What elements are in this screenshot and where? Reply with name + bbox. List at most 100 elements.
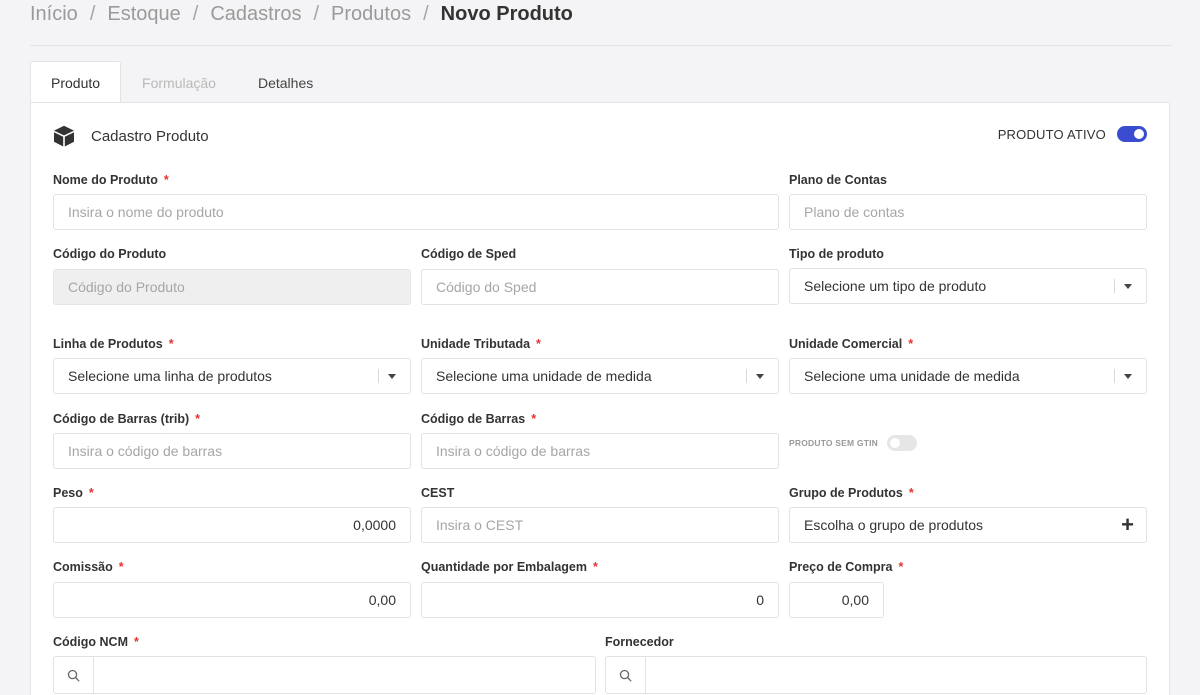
produto-ativo-label: PRODUTO ATIVO bbox=[997, 126, 1106, 142]
codigo-barras-placeholder: Insira o código de barras bbox=[436, 443, 591, 459]
tipo-produto-value: Selecione um tipo de produto bbox=[804, 278, 987, 294]
codigo-barras-label-text: Código de Barras bbox=[421, 412, 526, 426]
linha-produtos-select[interactable]: Selecione uma linha de produtos bbox=[53, 358, 411, 394]
nome-produto-input[interactable]: Insira o nome do produto bbox=[53, 194, 779, 230]
breadcrumb-item-cadastros[interactable]: Cadastros bbox=[210, 3, 301, 26]
chevron-down-icon bbox=[388, 373, 396, 379]
breadcrumb-separator: / bbox=[423, 2, 429, 25]
chevron-down-icon bbox=[756, 373, 764, 379]
codigo-barras-trib-input[interactable]: Insira o código de barras bbox=[53, 433, 411, 469]
codigo-barras-trib-label-text: Código de Barras (trib) bbox=[53, 412, 190, 426]
grupo-produtos-picker[interactable]: Escolha o grupo de produtos + bbox=[789, 507, 1147, 543]
preco-compra-label-text: Preço de Compra bbox=[789, 560, 893, 574]
breadcrumb-separator: / bbox=[192, 2, 199, 25]
select-separator bbox=[378, 369, 379, 383]
tipo-produto-select[interactable]: Selecione um tipo de produto bbox=[789, 268, 1147, 304]
comissao-input[interactable]: 0,00 bbox=[53, 582, 411, 618]
unidade-tributada-label: Unidade Tributada * bbox=[421, 337, 541, 351]
peso-label-text: Peso bbox=[53, 486, 83, 500]
header-divider bbox=[30, 45, 1172, 46]
unidade-comercial-label: Unidade Comercial * bbox=[789, 337, 913, 351]
cest-placeholder: Insira o CEST bbox=[436, 517, 524, 533]
linha-produtos-value: Selecione uma linha de produtos bbox=[68, 368, 272, 384]
plano-contas-label: Plano de Contas bbox=[789, 173, 887, 187]
tab-detalhes[interactable]: Detalhes bbox=[237, 61, 334, 103]
fornecedor-search-button[interactable] bbox=[606, 657, 646, 693]
breadcrumb-separator: / bbox=[89, 2, 96, 25]
codigo-ncm-label-text: Código NCM bbox=[53, 635, 128, 649]
produto-ativo-toggle-group: PRODUTO ATIVO bbox=[998, 126, 1147, 142]
required-mark: * bbox=[898, 560, 904, 574]
linha-produtos-label-text: Linha de Produtos bbox=[53, 337, 163, 351]
cest-label-text: CEST bbox=[421, 486, 455, 500]
codigo-barras-trib-placeholder: Insira o código de barras bbox=[68, 443, 223, 459]
fornecedor-label-text: Fornecedor bbox=[605, 635, 674, 649]
codigo-sped-label: Código de Sped bbox=[421, 247, 516, 261]
plano-contas-input[interactable]: Plano de contas bbox=[789, 194, 1147, 230]
qtd-embalagem-label-text: Quantidade por Embalagem bbox=[421, 560, 588, 574]
unidade-tributada-label-text: Unidade Tributada bbox=[421, 337, 531, 351]
preco-compra-label: Preço de Compra * bbox=[789, 560, 903, 574]
required-mark: * bbox=[163, 173, 169, 187]
nome-produto-label: Nome do Produto * bbox=[53, 173, 169, 187]
required-mark: * bbox=[118, 560, 124, 574]
fornecedor-label: Fornecedor bbox=[605, 635, 674, 649]
produto-ativo-switch[interactable] bbox=[1117, 126, 1147, 142]
section-title: Cadastro Produto bbox=[91, 127, 209, 145]
codigo-sped-label-text: Código de Sped bbox=[421, 247, 517, 261]
plano-contas-label-text: Plano de Contas bbox=[789, 173, 887, 187]
codigo-produto-label-text: Código do Produto bbox=[53, 247, 167, 261]
produto-sem-gtin-label: PRODUTO SEM GTIN bbox=[789, 438, 878, 448]
plano-contas-placeholder: Plano de contas bbox=[804, 204, 905, 220]
nome-produto-label-text: Nome do Produto bbox=[53, 173, 158, 187]
select-separator bbox=[746, 369, 747, 383]
cube-icon bbox=[54, 125, 74, 147]
produto-sem-gtin-toggle-group: PRODUTO SEM GTIN bbox=[789, 435, 917, 451]
tab-bar: Produto Formulação Detalhes bbox=[30, 61, 334, 104]
select-separator bbox=[1114, 369, 1115, 383]
peso-input[interactable]: 0,0000 bbox=[53, 507, 411, 543]
required-mark: * bbox=[908, 486, 914, 500]
comissao-label-text: Comissão bbox=[53, 560, 113, 574]
breadcrumb: Início / Estoque / Cadastros / Produtos … bbox=[30, 0, 573, 28]
codigo-sped-placeholder: Código do Sped bbox=[436, 279, 537, 295]
grupo-produtos-value: Escolha o grupo de produtos bbox=[804, 517, 984, 533]
unidade-comercial-select[interactable]: Selecione uma unidade de medida bbox=[789, 358, 1147, 394]
section-header: Cadastro Produto bbox=[52, 124, 209, 148]
breadcrumb-current: Novo Produto bbox=[440, 2, 573, 25]
linha-produtos-label: Linha de Produtos * bbox=[53, 337, 174, 351]
codigo-ncm-label: Código NCM * bbox=[53, 635, 139, 649]
breadcrumb-item-estoque[interactable]: Estoque bbox=[107, 3, 180, 26]
comissao-label: Comissão * bbox=[53, 560, 124, 574]
produto-sem-gtin-switch[interactable] bbox=[887, 435, 917, 451]
grupo-produtos-label: Grupo de Produtos * bbox=[789, 486, 914, 500]
peso-label: Peso * bbox=[53, 486, 94, 500]
tipo-produto-label-text: Tipo de produto bbox=[789, 247, 884, 261]
codigo-barras-input[interactable]: Insira o código de barras bbox=[421, 433, 779, 469]
comissao-value: 0,00 bbox=[368, 592, 396, 608]
unidade-comercial-value: Selecione uma unidade de medida bbox=[804, 368, 1020, 384]
codigo-produto-placeholder: Código do Produto bbox=[68, 279, 185, 295]
required-mark: * bbox=[531, 412, 537, 426]
nome-produto-placeholder: Insira o nome do produto bbox=[68, 204, 224, 220]
tab-formulacao: Formulação bbox=[142, 74, 216, 91]
fornecedor-search[interactable] bbox=[605, 656, 1147, 694]
plus-icon[interactable]: + bbox=[1121, 514, 1134, 536]
required-mark: * bbox=[536, 337, 541, 351]
breadcrumb-separator: / bbox=[313, 2, 320, 25]
preco-compra-input[interactable]: 0,00 bbox=[789, 582, 884, 618]
codigo-produto-input: Código do Produto bbox=[53, 269, 411, 305]
breadcrumb-item-produtos[interactable]: Produtos bbox=[331, 3, 411, 26]
codigo-ncm-search-button[interactable] bbox=[54, 657, 94, 693]
cest-input[interactable]: Insira o CEST bbox=[421, 507, 779, 543]
breadcrumb-item-inicio[interactable]: Início bbox=[30, 3, 78, 26]
tipo-produto-label: Tipo de produto bbox=[789, 247, 884, 261]
qtd-embalagem-input[interactable]: 0 bbox=[421, 582, 779, 618]
select-separator bbox=[1114, 279, 1115, 293]
unidade-tributada-select[interactable]: Selecione uma unidade de medida bbox=[421, 358, 779, 394]
tab-produto[interactable]: Produto bbox=[30, 61, 122, 104]
codigo-sped-input[interactable]: Código do Sped bbox=[421, 269, 779, 305]
peso-value: 0,0000 bbox=[353, 517, 396, 533]
codigo-ncm-search[interactable] bbox=[53, 656, 596, 694]
preco-compra-value: 0,00 bbox=[841, 592, 869, 608]
